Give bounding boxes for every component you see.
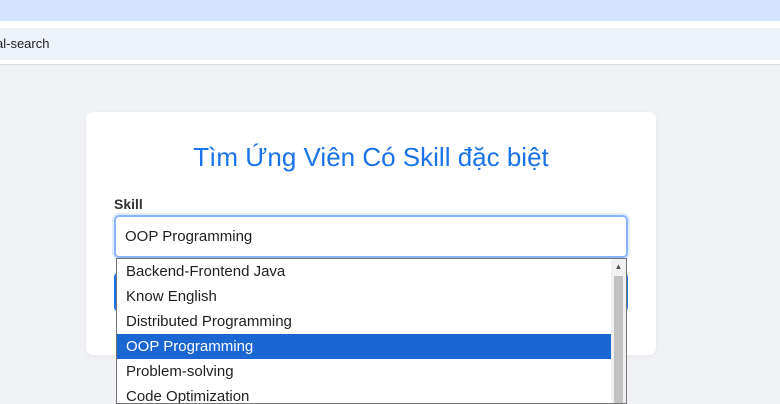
dropdown-options: Backend-Frontend Java Know English Distrib… bbox=[117, 259, 612, 403]
url-text: al-search bbox=[0, 36, 50, 51]
skill-label: Skill bbox=[114, 196, 143, 212]
dropdown-option[interactable]: Problem-solving bbox=[117, 359, 612, 384]
page-title: Tìm Ứng Viên Có Skill đặc biệt bbox=[193, 142, 549, 172]
scrollbar-thumb[interactable] bbox=[614, 276, 623, 403]
toolbar-gap bbox=[0, 21, 780, 28]
skill-select[interactable]: OOP Programming bbox=[114, 215, 628, 258]
toolbar-divider bbox=[0, 60, 780, 65]
address-bar[interactable]: al-search bbox=[0, 28, 780, 60]
triangle-up-icon[interactable]: ▲ bbox=[611, 259, 626, 274]
dropdown-option[interactable]: Code Optimization bbox=[117, 384, 612, 403]
dropdown-option[interactable]: Distributed Programming bbox=[117, 309, 612, 334]
dropdown-option[interactable]: OOP Programming bbox=[117, 334, 612, 359]
skill-dropdown-list[interactable]: Backend-Frontend Java Know English Distrib… bbox=[116, 258, 627, 404]
dropdown-option[interactable]: Backend-Frontend Java bbox=[117, 259, 612, 284]
dropdown-option[interactable]: Know English bbox=[117, 284, 612, 309]
address-field[interactable]: al-search bbox=[0, 28, 780, 60]
dropdown-scrollbar[interactable]: ▲ bbox=[611, 259, 626, 403]
browser-tab-strip bbox=[0, 0, 780, 21]
